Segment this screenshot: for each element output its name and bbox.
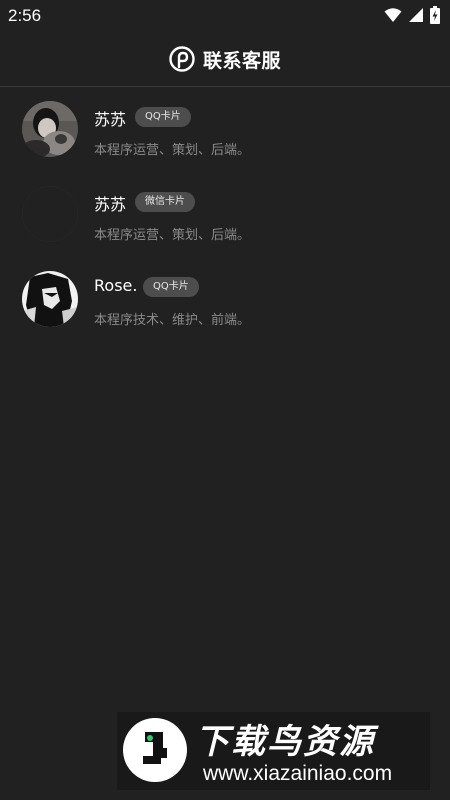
contact-description: 本程序运营、策划、后端。 — [94, 143, 251, 158]
page-title: 联系客服 — [202, 49, 281, 72]
contact-description: 本程序技术、维护、前端。 — [94, 313, 251, 328]
status-icons — [384, 6, 440, 24]
avatar — [22, 186, 78, 242]
avatar-anime-bw — [22, 271, 78, 327]
signal-icon — [409, 8, 423, 22]
contact-name: 苏苏 — [94, 195, 127, 214]
status-time: 2:56 — [8, 6, 42, 25]
contact-item-3[interactable]: Rose. QQ卡片 本程序技术、维护、前端。 — [0, 258, 450, 343]
watermark-url: www.xiazainiao.com — [203, 762, 393, 785]
brand-logo-icon — [169, 46, 195, 72]
header: 联系客服 — [0, 32, 450, 87]
contact-service-screen: 2:56 联系客服 苏苏 QQ卡片 本程序运营、策划、后端。 苏苏 微信卡片 本… — [0, 0, 450, 800]
watermark-title: 下载鸟资源 — [195, 722, 375, 762]
contact-name: 苏苏 — [94, 110, 127, 129]
wifi-icon — [384, 8, 402, 22]
contact-item-1[interactable]: 苏苏 QQ卡片 本程序运营、策划、后端。 — [0, 88, 450, 173]
status-bar: 2:56 — [0, 0, 450, 32]
wechat-card-badge[interactable]: 微信卡片 — [135, 192, 195, 212]
contact-list: 苏苏 QQ卡片 本程序运营、策划、后端。 苏苏 微信卡片 本程序运营、策划、后端… — [0, 88, 450, 343]
qq-card-badge[interactable]: QQ卡片 — [135, 107, 191, 127]
avatar — [22, 271, 78, 327]
watermark: 下载鸟资源 www.xiazainiao.com — [117, 712, 430, 790]
contact-description: 本程序运营、策划、后端。 — [94, 228, 251, 243]
avatar-empty — [23, 187, 77, 241]
contact-item-2[interactable]: 苏苏 微信卡片 本程序运营、策划、后端。 — [0, 173, 450, 258]
bird-logo-icon — [143, 732, 167, 764]
qq-card-badge[interactable]: QQ卡片 — [143, 277, 199, 297]
battery-charging-icon — [430, 6, 440, 24]
avatar — [22, 101, 78, 157]
avatar-photo-cat — [22, 101, 78, 157]
watermark-logo — [123, 718, 187, 782]
contact-name: Rose. — [94, 276, 138, 295]
